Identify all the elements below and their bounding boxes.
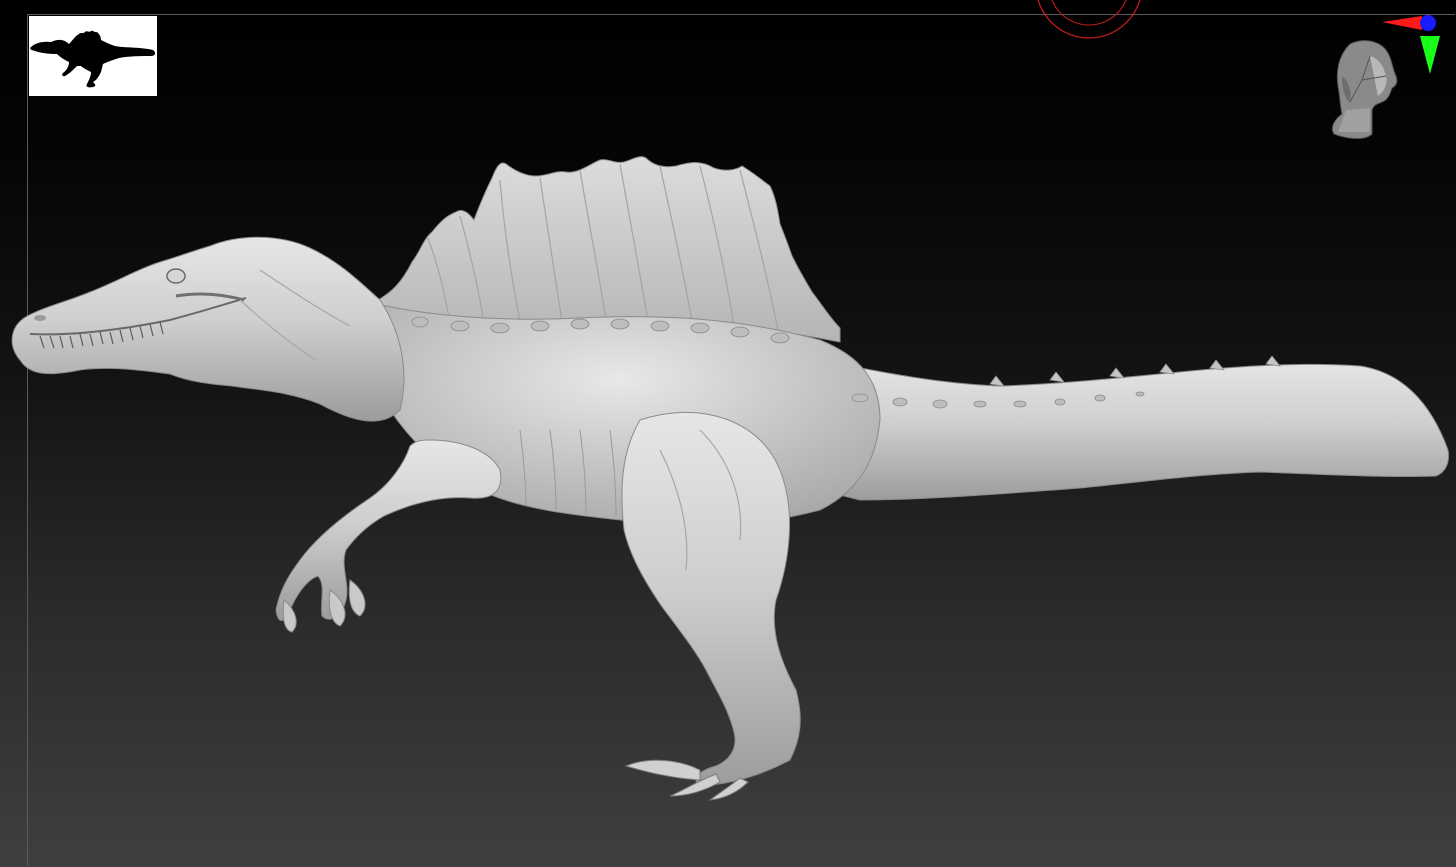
spinosaurus-sculpt-model[interactable] — [0, 0, 1456, 867]
axis-gizmo-icon — [1382, 15, 1440, 74]
axis-gizmo[interactable] — [1378, 12, 1440, 78]
sculpt-viewport[interactable] — [0, 0, 1456, 867]
